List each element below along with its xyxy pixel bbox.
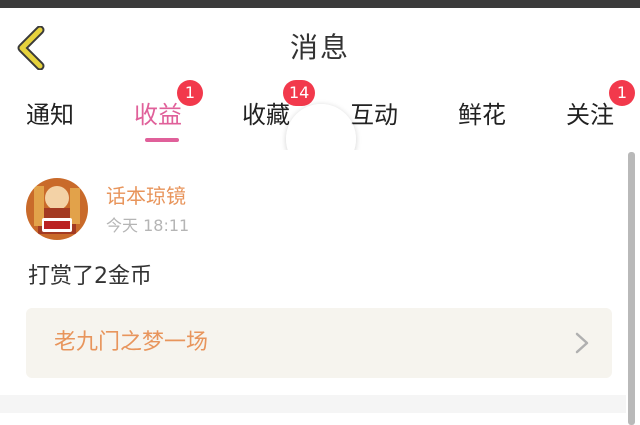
header: 消息 bbox=[0, 8, 640, 88]
tab-badge: 1 bbox=[177, 80, 203, 106]
tab-badge: 14 bbox=[283, 80, 316, 106]
book-link[interactable]: 老九门之梦一场 bbox=[26, 308, 612, 378]
tab-label: 鲜花 bbox=[458, 101, 506, 129]
tab-badge: 1 bbox=[609, 80, 635, 106]
book-title: 老九门之梦一场 bbox=[54, 330, 209, 355]
tab-following[interactable]: 关注 1 bbox=[545, 80, 635, 148]
tab-notifications[interactable]: 通知 bbox=[5, 88, 95, 148]
section-divider bbox=[0, 395, 626, 413]
tab-label: 通知 bbox=[26, 101, 74, 129]
tab-flowers[interactable]: 鲜花 bbox=[437, 88, 527, 148]
page-title: 消息 bbox=[289, 31, 350, 64]
message-text: 打赏了2金币 bbox=[28, 264, 152, 289]
scrollbar[interactable] bbox=[628, 152, 635, 425]
message-card: 话本琼镜 今天 18:11 打赏了2金币 老九门之梦一场 bbox=[0, 150, 626, 395]
status-bar bbox=[0, 0, 640, 8]
active-tab-indicator bbox=[145, 138, 179, 142]
chevron-right-icon bbox=[575, 332, 589, 354]
chevron-left-icon bbox=[17, 25, 45, 71]
avatar-image bbox=[26, 178, 88, 240]
avatar[interactable] bbox=[26, 178, 88, 240]
message-time: 今天 18:11 bbox=[106, 216, 190, 235]
back-button[interactable] bbox=[12, 25, 52, 71]
author-name[interactable]: 话本琼镜 bbox=[106, 180, 186, 209]
tab-earnings[interactable]: 收益 1 bbox=[113, 80, 203, 148]
